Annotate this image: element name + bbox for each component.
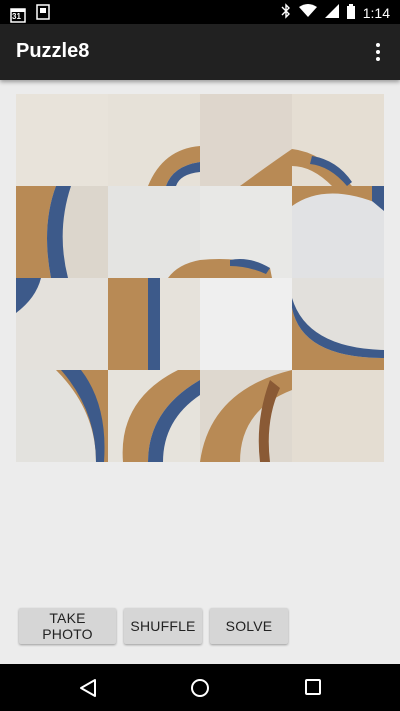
- shuffle-button[interactable]: SHUFFLE: [124, 608, 202, 644]
- signal-icon: [324, 4, 339, 21]
- app-title: Puzzle8: [16, 40, 90, 62]
- puzzle-tile[interactable]: [16, 94, 108, 186]
- puzzle-tile[interactable]: [200, 94, 292, 186]
- puzzle-tile[interactable]: [16, 370, 108, 462]
- app-bar: Puzzle8: [0, 24, 400, 80]
- more-vert-icon[interactable]: [368, 41, 388, 63]
- clock: 1:14: [362, 4, 390, 21]
- calendar-icon: 31: [10, 7, 26, 23]
- recents-icon[interactable]: [304, 678, 322, 701]
- puzzle-tile[interactable]: [292, 278, 384, 370]
- puzzle-tile[interactable]: [108, 370, 200, 462]
- puzzle-tile[interactable]: [108, 278, 200, 370]
- puzzle-tile[interactable]: [16, 186, 108, 278]
- wifi-icon: [298, 4, 317, 21]
- solve-button[interactable]: SOLVE: [210, 608, 288, 644]
- puzzle-board: [16, 94, 384, 462]
- puzzle-tile[interactable]: [292, 370, 384, 462]
- puzzle-tile[interactable]: [292, 94, 384, 186]
- empty-tile: [200, 278, 292, 370]
- puzzle-tile[interactable]: [108, 186, 200, 278]
- take-photo-button[interactable]: TAKE PHOTO: [19, 608, 116, 644]
- puzzle-tile[interactable]: [108, 94, 200, 186]
- action-buttons: TAKE PHOTO SHUFFLE SOLVE: [19, 608, 288, 644]
- home-icon[interactable]: [190, 678, 210, 703]
- navigation-bar: [0, 664, 400, 711]
- photo-icon: [36, 4, 50, 25]
- status-bar: 31 1:14: [0, 0, 400, 24]
- battery-icon: [346, 3, 355, 22]
- calendar-day: 31: [12, 11, 21, 21]
- puzzle-tile[interactable]: [292, 186, 384, 278]
- back-icon[interactable]: [79, 678, 97, 703]
- bluetooth-icon: [281, 3, 291, 22]
- puzzle-tile[interactable]: [16, 278, 108, 370]
- puzzle-tile[interactable]: [200, 186, 292, 278]
- puzzle-tile[interactable]: [200, 370, 292, 462]
